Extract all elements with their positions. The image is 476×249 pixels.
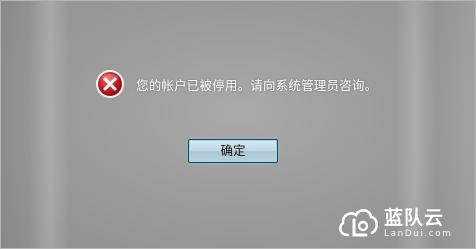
message-row: 您的帐户已被停用。请向系统管理员咨询。 bbox=[95, 68, 377, 100]
watermark: 蓝队云 LanDui.com bbox=[336, 200, 476, 246]
login-screen: 您的帐户已被停用。请向系统管理员咨询。 确定 蓝队云 LanDui.com bbox=[0, 0, 476, 249]
watermark-brand-cn: 蓝队云 bbox=[384, 206, 445, 229]
watermark-brand-en: LanDui.com bbox=[384, 228, 453, 239]
cloud-icon bbox=[338, 209, 379, 237]
watermark-text: 蓝队云 LanDui.com bbox=[384, 207, 452, 240]
error-message: 您的帐户已被停用。请向系统管理员咨询。 bbox=[136, 77, 378, 93]
ok-button[interactable]: 确定 bbox=[188, 139, 278, 163]
error-icon bbox=[96, 70, 124, 98]
